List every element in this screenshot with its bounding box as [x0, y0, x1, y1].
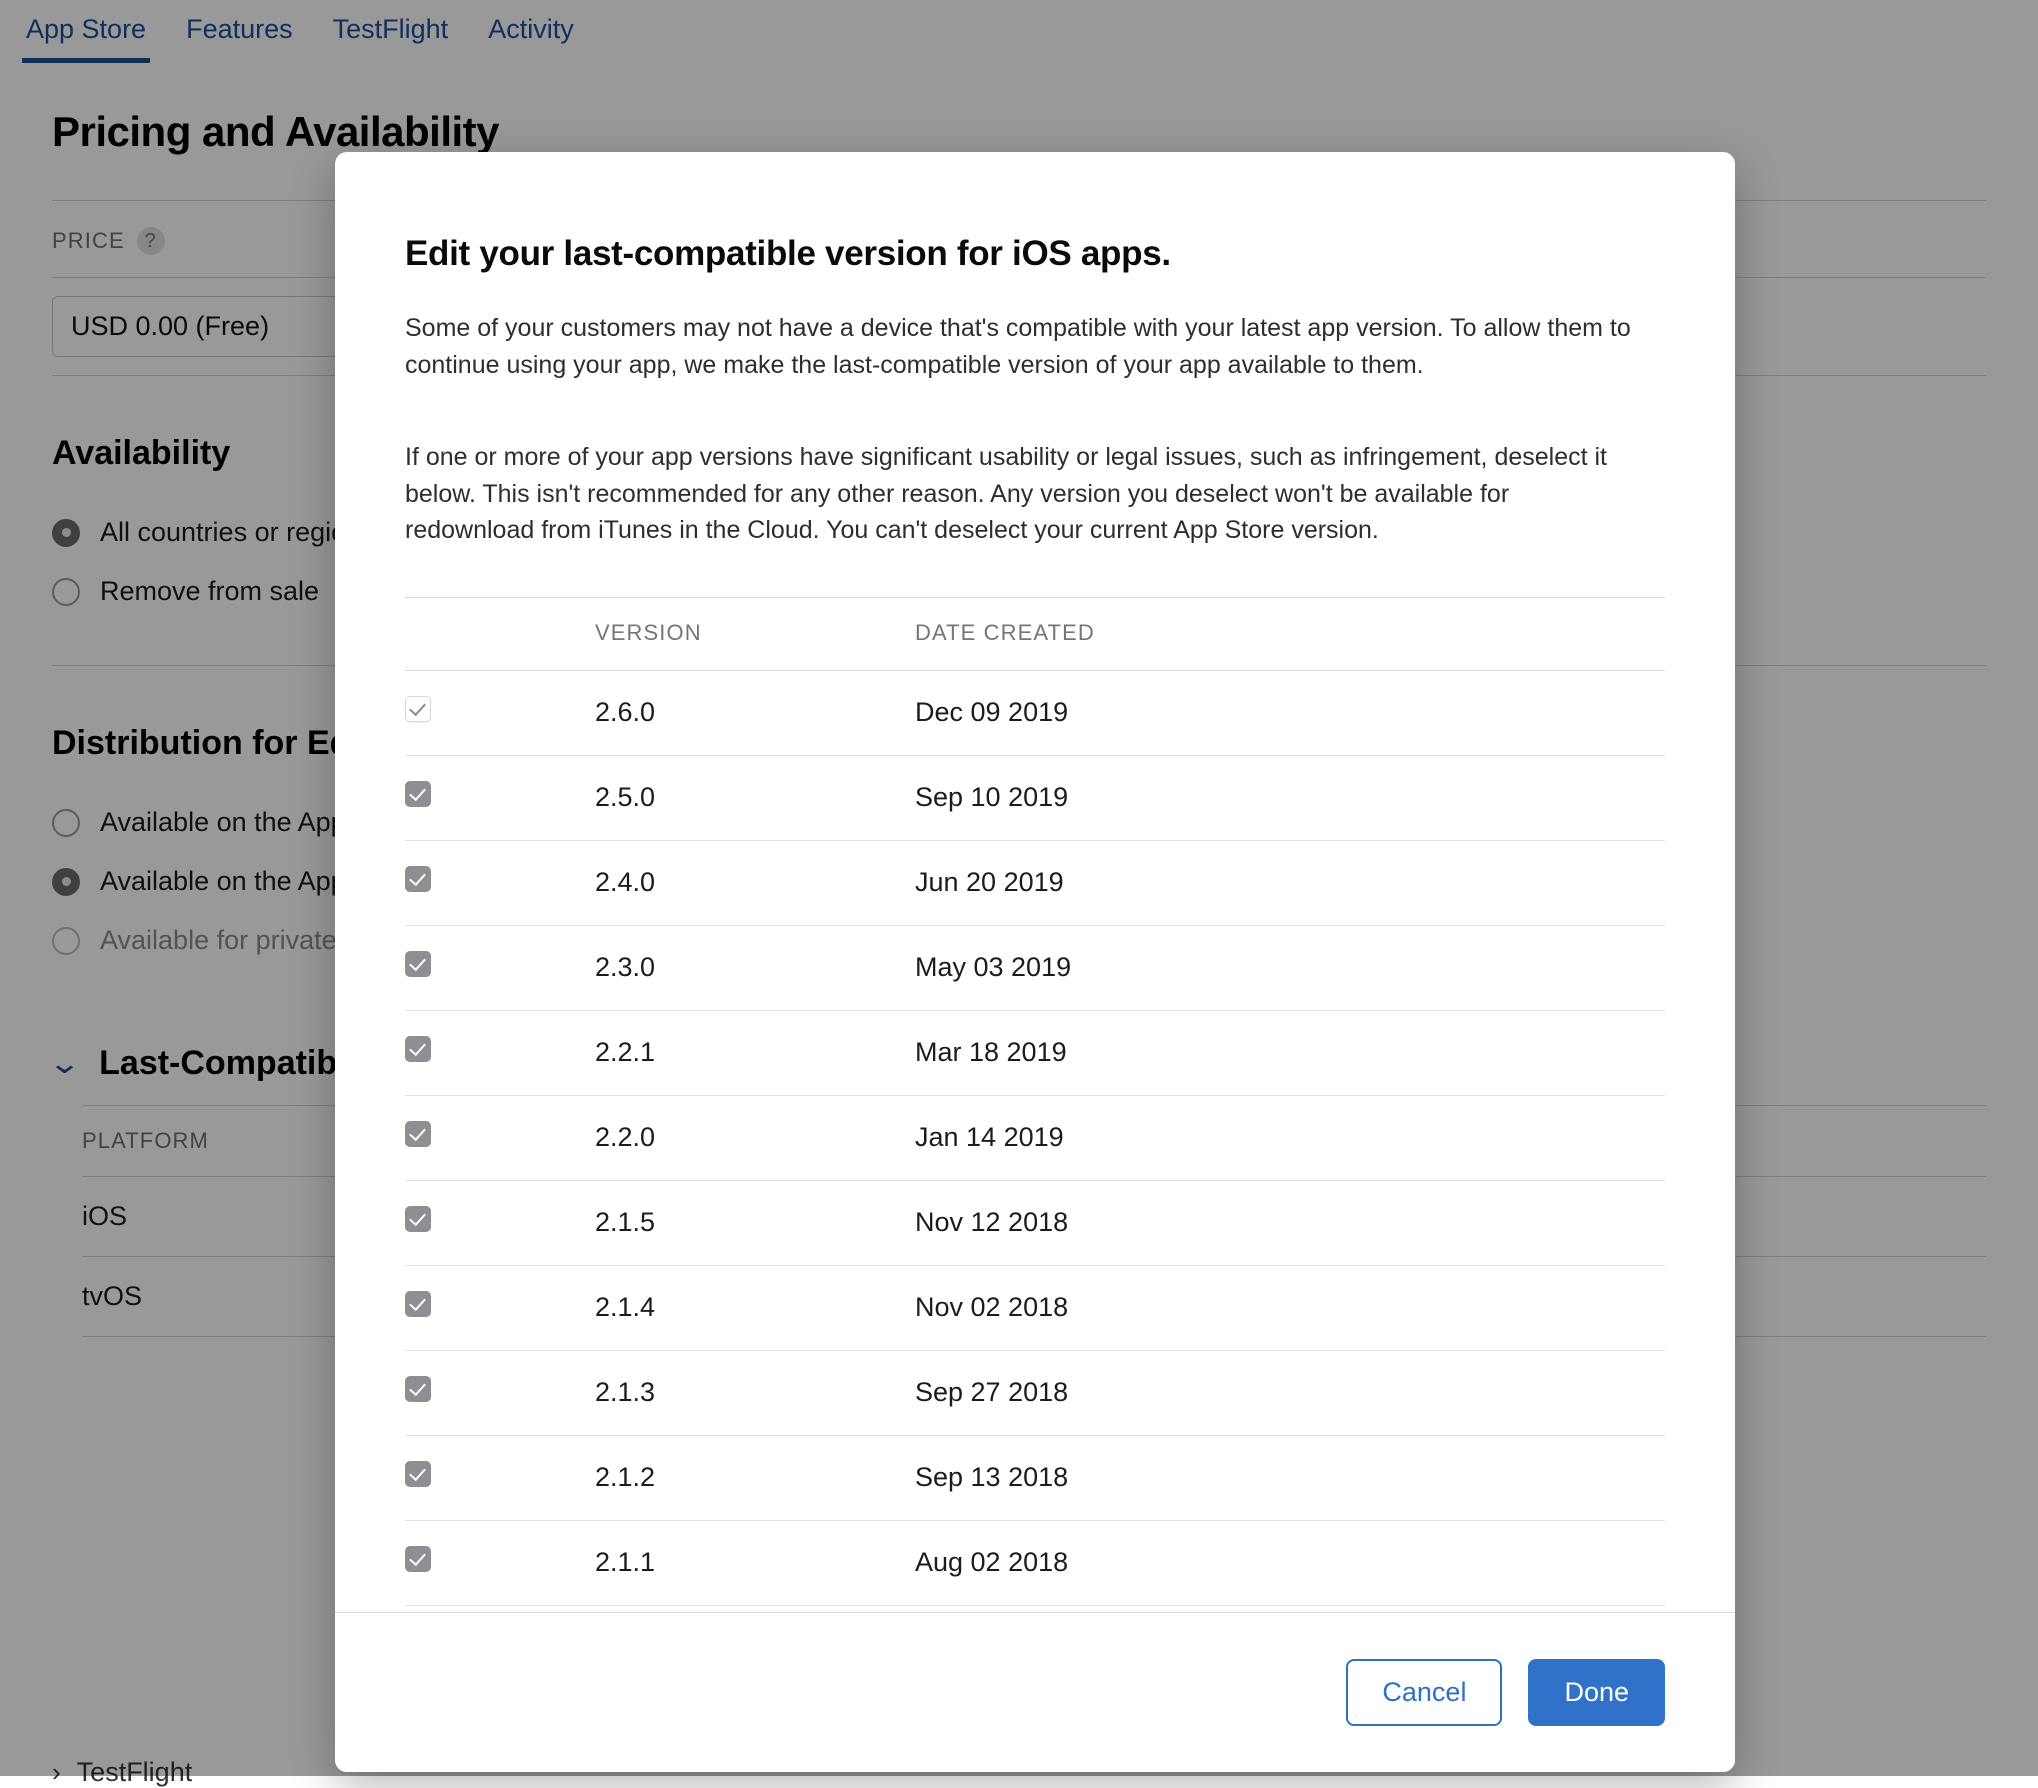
row-version: 2.2.1: [595, 1010, 915, 1095]
table-row: 2.1.5 Nov 12 2018: [405, 1180, 1665, 1265]
table-row: 2.1.4 Nov 02 2018: [405, 1265, 1665, 1350]
row-date-created: Nov 02 2018: [915, 1265, 1665, 1350]
row-date-created: Sep 27 2018: [915, 1350, 1665, 1435]
row-checkbox-cell: [405, 1350, 595, 1435]
row-version: 2.1.4: [595, 1265, 915, 1350]
row-date-created: Mar 18 2019: [915, 1010, 1665, 1095]
done-button[interactable]: Done: [1528, 1659, 1665, 1726]
row-date-created: Nov 12 2018: [915, 1180, 1665, 1265]
versions-table-header-row: VERSION DATE CREATED: [405, 597, 1665, 670]
column-header-version: VERSION: [595, 597, 915, 670]
row-date-created: Sep 13 2018: [915, 1435, 1665, 1520]
versions-table: VERSION DATE CREATED 2.6.0 Dec 09 2019: [405, 597, 1665, 1613]
checkbox-icon[interactable]: [405, 1291, 431, 1317]
checkbox-icon[interactable]: [405, 1376, 431, 1402]
row-checkbox-cell: [405, 1180, 595, 1265]
checkbox-icon: [405, 696, 431, 722]
row-version: 2.2.0: [595, 1095, 915, 1180]
checkbox-icon[interactable]: [405, 781, 431, 807]
edit-last-compatible-version-dialog: Edit your last-compatible version for iO…: [335, 152, 1735, 1772]
dialog-footer: Cancel Done: [335, 1612, 1735, 1772]
column-header-date-created: DATE CREATED: [915, 597, 1665, 670]
row-date-created: Dec 09 2019: [915, 670, 1665, 755]
row-version: 2.1.3: [595, 1350, 915, 1435]
row-checkbox-cell: [405, 1435, 595, 1520]
checkbox-icon[interactable]: [405, 1036, 431, 1062]
table-row: 2.5.0 Sep 10 2019: [405, 755, 1665, 840]
table-row: 2.1.3 Sep 27 2018: [405, 1350, 1665, 1435]
row-version: 2.6.0: [595, 670, 915, 755]
row-version: 2.1.1: [595, 1520, 915, 1605]
row-checkbox-cell: [405, 670, 595, 755]
row-date-created: Aug 02 2018: [915, 1520, 1665, 1605]
row-date-created: Jan 14 2019: [915, 1095, 1665, 1180]
row-checkbox-cell: [405, 1010, 595, 1095]
row-version: 2.1.0: [595, 1605, 915, 1612]
row-date-created: Sep 10 2019: [915, 755, 1665, 840]
table-row: 2.3.0 May 03 2019: [405, 925, 1665, 1010]
row-checkbox-cell: [405, 925, 595, 1010]
row-version: 2.4.0: [595, 840, 915, 925]
checkbox-icon[interactable]: [405, 866, 431, 892]
table-row: 2.4.0 Jun 20 2019: [405, 840, 1665, 925]
row-version: 2.1.2: [595, 1435, 915, 1520]
checkbox-icon[interactable]: [405, 1206, 431, 1232]
row-version: 2.5.0: [595, 755, 915, 840]
row-version: 2.1.5: [595, 1180, 915, 1265]
table-row: 2.6.0 Dec 09 2019: [405, 670, 1665, 755]
dialog-paragraph-2: If one or more of your app versions have…: [405, 439, 1635, 549]
table-row: 2.1.1 Aug 02 2018: [405, 1520, 1665, 1605]
checkbox-icon[interactable]: [405, 1546, 431, 1572]
row-version: 2.3.0: [595, 925, 915, 1010]
table-row: 2.2.1 Mar 18 2019: [405, 1010, 1665, 1095]
row-checkbox-cell: [405, 1520, 595, 1605]
dialog-paragraph-1: Some of your customers may not have a de…: [405, 310, 1635, 383]
dialog-title: Edit your last-compatible version for iO…: [405, 234, 1665, 274]
row-date-created: May 03 2019: [915, 925, 1665, 1010]
table-row: 2.1.0 Jul 10 2018: [405, 1605, 1665, 1612]
versions-table-body: 2.6.0 Dec 09 2019 2.5.0 Sep 10 2019 2.4.…: [405, 670, 1665, 1612]
versions-table-head: VERSION DATE CREATED: [405, 597, 1665, 670]
table-row: 2.1.2 Sep 13 2018: [405, 1435, 1665, 1520]
row-checkbox-cell: [405, 755, 595, 840]
row-date-created: Jul 10 2018: [915, 1605, 1665, 1612]
checkbox-icon[interactable]: [405, 951, 431, 977]
row-checkbox-cell: [405, 1095, 595, 1180]
dialog-body: Edit your last-compatible version for iO…: [335, 152, 1735, 1612]
row-checkbox-cell: [405, 1265, 595, 1350]
row-checkbox-cell: [405, 1605, 595, 1612]
checkbox-icon[interactable]: [405, 1121, 431, 1147]
column-header-checkbox: [405, 597, 595, 670]
cancel-button[interactable]: Cancel: [1346, 1659, 1502, 1726]
checkbox-icon[interactable]: [405, 1461, 431, 1487]
row-date-created: Jun 20 2019: [915, 840, 1665, 925]
row-checkbox-cell: [405, 840, 595, 925]
table-row: 2.2.0 Jan 14 2019: [405, 1095, 1665, 1180]
